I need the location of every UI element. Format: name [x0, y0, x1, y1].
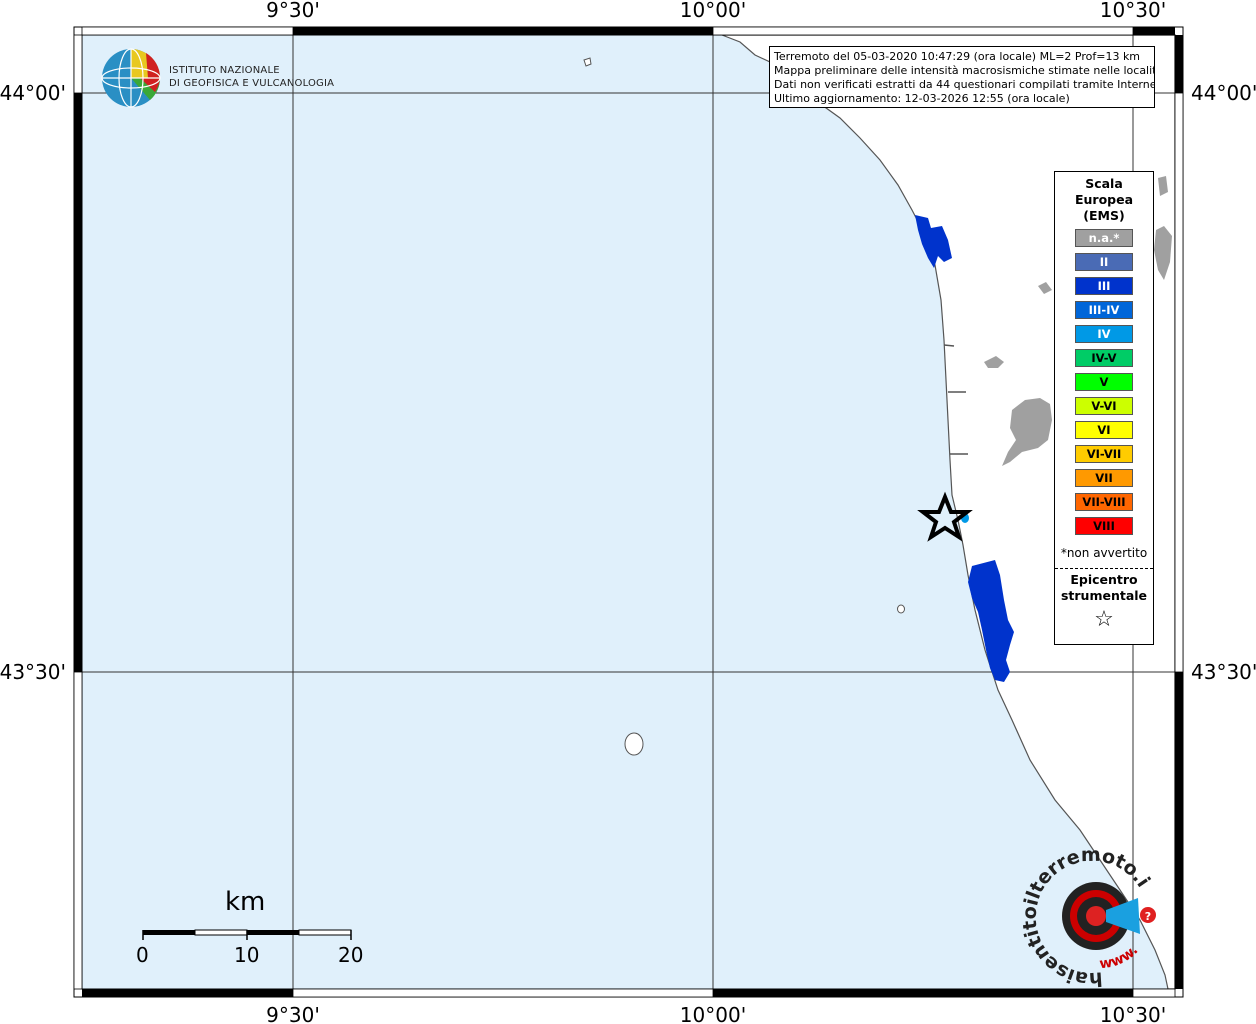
scale-bar-title: km [225, 887, 266, 917]
info-line-data: Dati non verificati estratti da 44 quest… [774, 78, 1155, 91]
lon-label-bottom-1: 9°30' [266, 1003, 320, 1024]
legend-swatch-8: VI [1075, 421, 1133, 439]
legend-epicenter-title: Epicentro strumentale [1060, 572, 1148, 603]
legend-swatch-1: II [1075, 253, 1133, 271]
legend-title: Scala Europea (EMS) [1074, 176, 1134, 223]
legend-swatch-2: III [1075, 277, 1133, 295]
lon-label-top-2: 10°00' [680, 0, 746, 22]
island-capraia [624, 732, 644, 756]
lat-label-left-2: 43°30' [0, 660, 66, 684]
legend-swatch-9: VI-VII [1075, 445, 1133, 463]
lon-label-top-3: 10°30' [1100, 0, 1166, 22]
lon-label-top-1: 9°30' [266, 0, 320, 22]
ems-legend: Scala Europea (EMS) n.a.* II III III-IV IV IV… [1054, 171, 1154, 645]
lon-label-bottom-3: 10°30' [1100, 1003, 1166, 1024]
event-info-box: Terremoto del 05-03-2020 10:47:29 (ora l… [769, 46, 1155, 108]
legend-swatch-10: VII [1075, 469, 1133, 487]
legend-swatch-0: n.a.* [1075, 229, 1133, 247]
legend-epicenter-star-icon: ☆ [1094, 607, 1114, 632]
legend-footnote: *non avvertito [1060, 546, 1148, 560]
info-line-event: Terremoto del 05-03-2020 10:47:29 (ora l… [774, 50, 1141, 63]
legend-swatch-12: VIII [1075, 517, 1133, 535]
info-line-updated: Ultimo aggiornamento: 12-03-2026 12:55 (… [774, 92, 1070, 105]
scale-label-20: 20 [338, 943, 364, 967]
island-gorgona [897, 604, 905, 614]
legend-swatch-5: IV-V [1075, 349, 1133, 367]
lat-label-right-2: 43°30' [1191, 660, 1256, 684]
legend-swatch-6: V [1075, 373, 1133, 391]
legend-swatch-11: VII-VIII [1075, 493, 1133, 511]
lat-label-right-1: 44°00' [1191, 81, 1256, 105]
ingv-logo-text: ISTITUTO NAZIONALE DI GEOFISICA E VULCAN… [169, 65, 335, 89]
lon-label-bottom-2: 10°00' [680, 1003, 746, 1024]
ingv-logo-icon [101, 48, 161, 108]
legend-swatch-4: IV [1075, 325, 1133, 343]
scale-label-10: 10 [234, 943, 260, 967]
lat-label-left-1: 44°00' [0, 81, 66, 105]
legend-swatch-3: III-IV [1075, 301, 1133, 319]
svg-text:?: ? [1145, 910, 1151, 923]
legend-divider [1055, 568, 1153, 569]
info-line-map: Mappa preliminare delle intensità macros… [774, 64, 1155, 77]
scale-label-0: 0 [136, 943, 149, 967]
legend-swatch-7: V-VI [1075, 397, 1133, 415]
